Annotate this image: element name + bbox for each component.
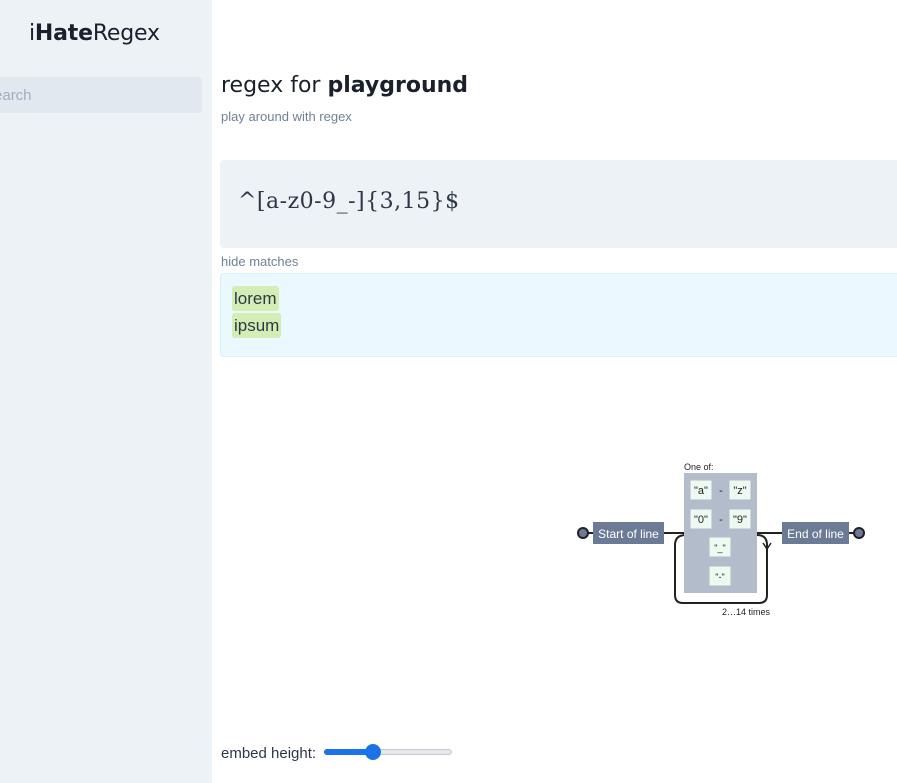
- start-terminal: [577, 527, 589, 539]
- match-item: lorem: [232, 286, 279, 311]
- char-dash: "-": [715, 572, 724, 582]
- embed-height-slider[interactable]: [324, 744, 452, 760]
- regex-display: ^[a-z0-9_-]{3,15}$: [220, 160, 897, 248]
- page-title: regex for playground: [221, 73, 468, 98]
- matches-panel: lorem ipsum: [220, 273, 897, 357]
- logo[interactable]: iHateRegex: [29, 21, 160, 46]
- page-subtitle: play around with regex: [221, 109, 352, 124]
- range-dash: -: [719, 514, 723, 526]
- repeat-count-label: 2…14 times: [722, 607, 771, 617]
- search-field[interactable]: [0, 77, 202, 113]
- char-underscore: "_": [714, 543, 725, 553]
- railroad-diagram: Start of line End of line One of: "a" - …: [560, 455, 880, 630]
- regex-expression: ^[a-z0-9_-]{3,15}$: [238, 189, 460, 214]
- logo-rest: Regex: [92, 21, 160, 46]
- match-item: ipsum: [232, 313, 282, 338]
- sidebar: iHateRegex: [0, 0, 212, 783]
- end-terminal: [853, 527, 865, 539]
- embed-height-label: embed height:: [221, 745, 317, 762]
- end-of-line-label: End of line: [787, 527, 844, 541]
- start-of-line-label: Start of line: [598, 527, 659, 541]
- search-input[interactable]: [0, 77, 202, 113]
- hide-matches-toggle[interactable]: hide matches: [221, 254, 298, 269]
- range-a: "a": [694, 485, 708, 497]
- title-prefix: regex for: [221, 73, 328, 98]
- range-0: "0": [694, 514, 708, 526]
- range-dash: -: [719, 485, 723, 497]
- range-z: "z": [733, 485, 746, 497]
- range-9: "9": [733, 514, 747, 526]
- one-of-label: One of:: [684, 462, 714, 472]
- slider-thumb[interactable]: [365, 744, 381, 760]
- logo-bold: Hate: [34, 21, 93, 46]
- title-bold: playground: [327, 73, 469, 98]
